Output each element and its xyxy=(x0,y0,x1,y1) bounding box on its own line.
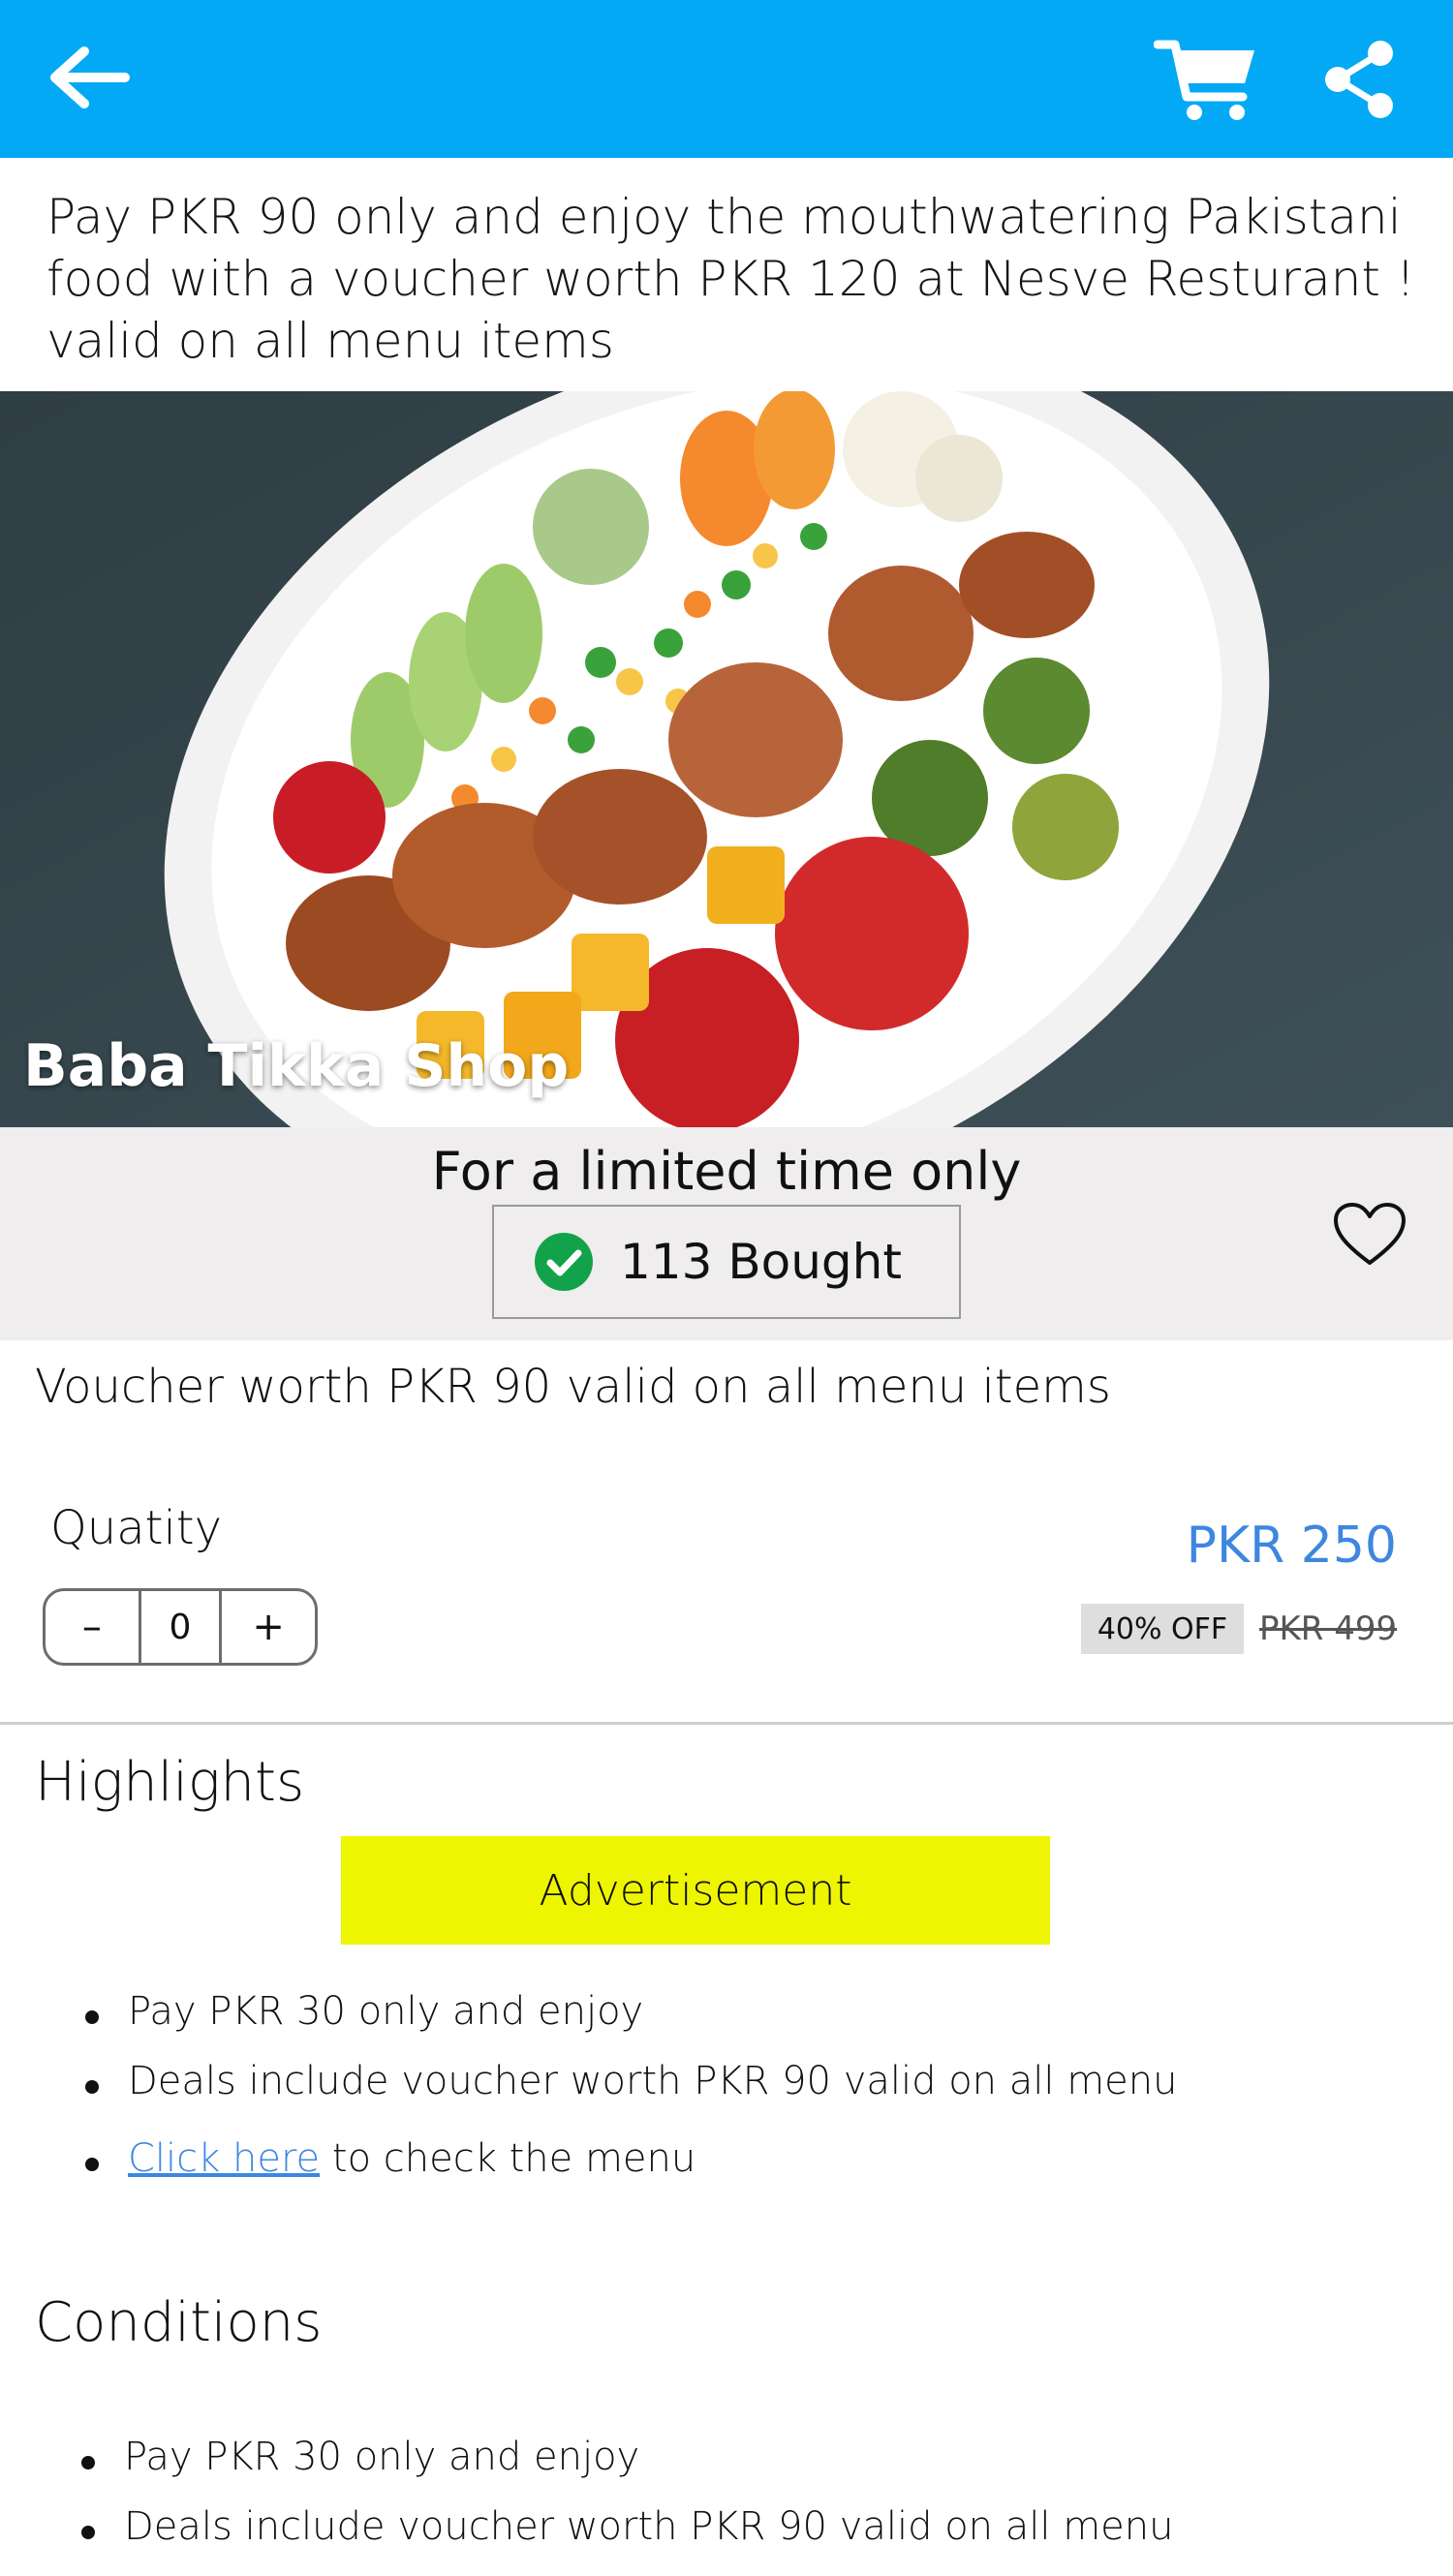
bought-count: 113 Bought xyxy=(620,1234,902,1290)
bought-count-box: 113 Bought xyxy=(492,1205,961,1319)
list-item: Deals include voucher worth PKR 90 valid… xyxy=(77,2059,1177,2136)
list-item: Deals include voucher worth PKR 90 valid… xyxy=(74,2504,1173,2549)
shopping-cart-icon xyxy=(1154,40,1254,120)
discount-badge: 40% OFF xyxy=(1081,1604,1244,1654)
conditions-list: Pay PKR 30 only and enjoy Deals include … xyxy=(74,2435,1173,2549)
deal-status-band: For a limited time only 113 Bought xyxy=(0,1127,1453,1340)
food-plate-illustration xyxy=(0,391,1453,1127)
increment-button[interactable]: + xyxy=(222,1591,315,1663)
highlights-list: Pay PKR 30 only and enjoy Deals include … xyxy=(77,1989,1177,2181)
hero-image: Baba Tikka Shop xyxy=(0,391,1453,1127)
share-icon xyxy=(1325,41,1393,118)
heart-outline-icon xyxy=(1334,1203,1406,1265)
quantity-label: Quatity xyxy=(50,1501,222,1555)
list-item: Click here to check the menu xyxy=(77,2136,1177,2181)
list-item: Pay PKR 30 only and enjoy xyxy=(77,1989,1177,2059)
decrement-button[interactable]: – xyxy=(46,1591,139,1663)
limited-time-label: For a limited time only xyxy=(431,1141,1022,1202)
shop-name: Baba Tikka Shop xyxy=(23,1032,570,1100)
cart-button[interactable] xyxy=(1143,27,1269,134)
section-divider xyxy=(0,1722,1453,1725)
quantity-stepper: – 0 + xyxy=(43,1588,318,1666)
voucher-description: Voucher worth PKR 90 valid on all menu i… xyxy=(35,1360,1111,1414)
quantity-value[interactable]: 0 xyxy=(138,1591,223,1663)
original-price: PKR 499 xyxy=(1259,1610,1398,1648)
deal-headline: Pay PKR 90 only and enjoy the mouthwater… xyxy=(46,189,1415,369)
menu-link-suffix: to check the menu xyxy=(320,2136,696,2181)
conditions-title: Conditions xyxy=(35,2291,323,2354)
app-bar xyxy=(0,0,1453,158)
arrow-left-icon xyxy=(50,46,130,108)
share-button[interactable] xyxy=(1313,31,1406,128)
check-circle-icon xyxy=(535,1233,593,1291)
favorite-button[interactable] xyxy=(1332,1201,1407,1269)
highlights-title: Highlights xyxy=(35,1751,305,1814)
list-item: Pay PKR 30 only and enjoy xyxy=(74,2435,1173,2504)
menu-link[interactable]: Click here xyxy=(128,2136,320,2181)
back-button[interactable] xyxy=(29,29,145,126)
advertisement-banner[interactable]: Advertisement xyxy=(341,1836,1050,1945)
current-price: PKR 250 xyxy=(1186,1517,1397,1575)
